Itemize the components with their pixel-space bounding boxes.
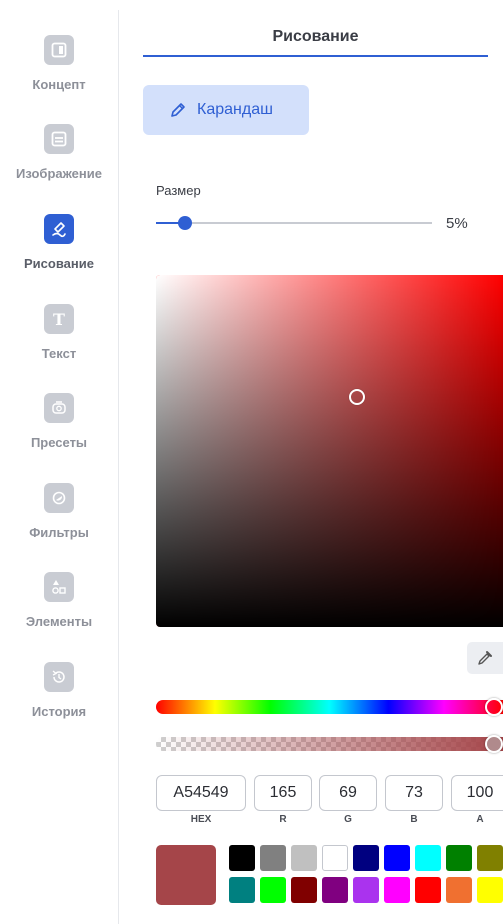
green-label: G bbox=[344, 814, 352, 825]
size-slider-thumb[interactable] bbox=[178, 216, 192, 230]
svg-text:T: T bbox=[53, 310, 65, 328]
color-swatch[interactable] bbox=[477, 845, 503, 871]
filters-icon bbox=[44, 483, 74, 513]
color-swatch[interactable] bbox=[384, 877, 410, 903]
sidebar-item-concept[interactable]: Концепт bbox=[0, 35, 118, 92]
size-label: Размер bbox=[156, 183, 201, 198]
red-input[interactable]: 165 bbox=[254, 775, 312, 811]
sidebar: Концепт Изображение Рисование T Текст Пр… bbox=[0, 0, 118, 924]
color-swatch[interactable] bbox=[260, 877, 286, 903]
tab-drawing[interactable]: Рисование bbox=[143, 28, 488, 46]
pencil-tool-label: Карандаш bbox=[197, 101, 273, 118]
sidebar-item-elements[interactable]: Элементы bbox=[0, 572, 118, 629]
current-color-preview bbox=[156, 845, 216, 905]
alpha-slider[interactable] bbox=[156, 737, 503, 751]
color-swatch[interactable] bbox=[446, 845, 472, 871]
color-swatch[interactable] bbox=[415, 877, 441, 903]
sidebar-divider bbox=[118, 10, 119, 924]
red-label: R bbox=[279, 814, 287, 825]
size-value: 5% bbox=[446, 215, 468, 232]
color-picker-area[interactable] bbox=[156, 275, 503, 627]
sidebar-item-label: Концепт bbox=[32, 77, 86, 92]
color-swatch[interactable] bbox=[446, 877, 472, 903]
text-icon: T bbox=[44, 304, 74, 334]
hue-slider[interactable] bbox=[156, 700, 503, 714]
color-swatch[interactable] bbox=[291, 845, 317, 871]
elements-icon bbox=[44, 572, 74, 602]
presets-icon bbox=[44, 393, 74, 423]
hex-input[interactable]: A54549 bbox=[156, 775, 246, 811]
sidebar-item-presets[interactable]: Пресеты bbox=[0, 393, 118, 450]
green-input[interactable]: 69 bbox=[319, 775, 377, 811]
picker-cursor[interactable] bbox=[349, 389, 365, 405]
history-icon bbox=[44, 662, 74, 692]
hex-label: HEX bbox=[190, 814, 212, 825]
alpha-input[interactable]: 100 bbox=[451, 775, 503, 811]
blue-label: B bbox=[410, 814, 418, 825]
sidebar-item-image[interactable]: Изображение bbox=[0, 124, 118, 181]
alpha-slider-thumb[interactable] bbox=[485, 735, 503, 753]
color-swatch[interactable] bbox=[291, 877, 317, 903]
picker-black-gradient bbox=[156, 275, 503, 627]
eyedropper-button[interactable] bbox=[467, 642, 503, 674]
sidebar-item-text[interactable]: T Текст bbox=[0, 304, 118, 361]
color-swatch[interactable] bbox=[384, 845, 410, 871]
sidebar-item-label: Текст bbox=[41, 346, 77, 361]
tab-underline bbox=[143, 55, 488, 57]
sidebar-item-filters[interactable]: Фильтры bbox=[0, 483, 118, 540]
eyedropper-icon bbox=[476, 649, 494, 667]
sidebar-item-label: Рисование bbox=[24, 256, 94, 271]
pencil-tool-button[interactable]: Карандаш bbox=[143, 85, 309, 135]
sidebar-item-label: Пресеты bbox=[30, 435, 88, 450]
pencil-icon bbox=[169, 101, 187, 119]
color-swatch[interactable] bbox=[322, 845, 348, 871]
sidebar-item-label: Фильтры bbox=[29, 525, 89, 540]
color-swatch[interactable] bbox=[477, 877, 503, 903]
blue-input[interactable]: 73 bbox=[385, 775, 443, 811]
color-swatch[interactable] bbox=[353, 845, 379, 871]
size-slider-track[interactable] bbox=[156, 222, 432, 224]
color-swatch[interactable] bbox=[353, 877, 379, 903]
sidebar-item-label: Изображение bbox=[16, 166, 102, 181]
layout-icon bbox=[44, 35, 74, 65]
color-swatch[interactable] bbox=[229, 877, 255, 903]
sidebar-item-history[interactable]: История bbox=[0, 662, 118, 719]
sidebar-item-label: Элементы bbox=[25, 614, 93, 629]
image-icon bbox=[44, 124, 74, 154]
sidebar-item-label: История bbox=[31, 704, 87, 719]
draw-icon bbox=[44, 214, 74, 244]
color-swatch[interactable] bbox=[322, 877, 348, 903]
alpha-label: A bbox=[476, 814, 484, 825]
sidebar-item-drawing[interactable]: Рисование bbox=[0, 214, 118, 271]
color-swatch[interactable] bbox=[415, 845, 441, 871]
hue-slider-thumb[interactable] bbox=[485, 698, 503, 716]
color-swatch[interactable] bbox=[229, 845, 255, 871]
color-swatch[interactable] bbox=[260, 845, 286, 871]
